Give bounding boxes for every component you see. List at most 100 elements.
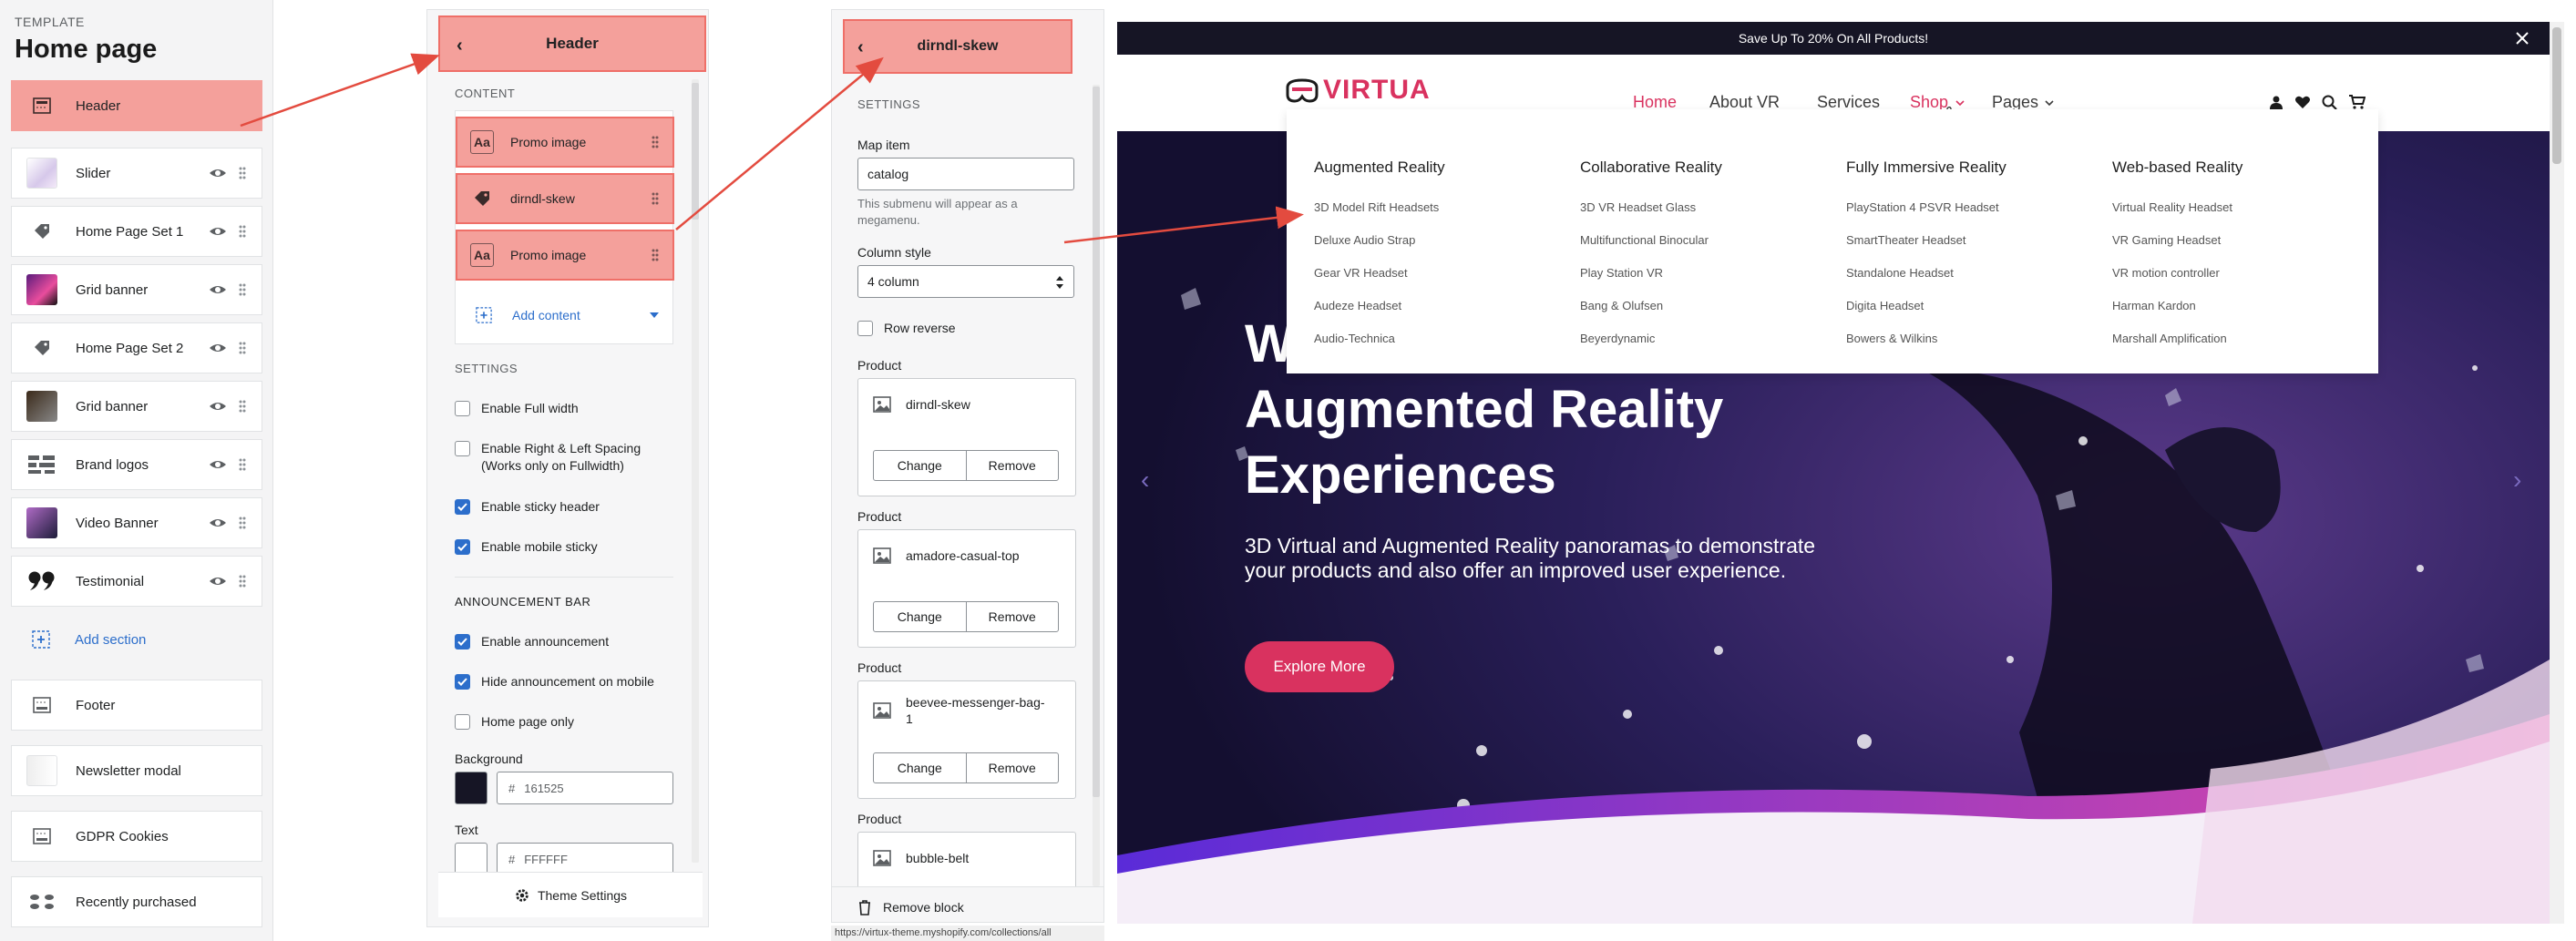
scrollbar-thumb[interactable]	[692, 83, 699, 220]
home-page-only-checkbox[interactable]: Home page only	[455, 713, 574, 731]
eye-icon[interactable]	[209, 397, 227, 415]
remove-button[interactable]: Remove	[967, 753, 1059, 782]
section-newsletter-modal[interactable]: Newsletter modal	[11, 745, 262, 796]
drag-handle-icon[interactable]	[651, 133, 660, 151]
megamenu-item[interactable]: Harman Kardon	[2112, 299, 2242, 332]
change-button[interactable]: Change	[874, 451, 967, 480]
megamenu-item[interactable]: Digita Headset	[1846, 299, 2006, 332]
site-logo[interactable]: VIRTUA	[1285, 75, 1431, 106]
text-hex-input[interactable]: # FFFFFF	[497, 843, 673, 875]
eye-icon[interactable]	[209, 339, 227, 357]
megamenu-item[interactable]: 3D VR Headset Glass	[1580, 200, 1722, 233]
hide-announcement-mobile-checkbox[interactable]: Hide announcement on mobile	[455, 673, 654, 690]
eye-icon[interactable]	[209, 572, 227, 590]
eye-icon[interactable]	[209, 222, 227, 240]
explore-more-button[interactable]: Explore More	[1245, 641, 1394, 692]
section-home-page-set-1[interactable]: Home Page Set 1	[11, 206, 262, 257]
enable-announcement-checkbox[interactable]: Enable announcement	[455, 633, 609, 650]
section-brand-logos[interactable]: Brand logos	[11, 439, 262, 490]
section-home-page-set-2[interactable]: Home Page Set 2	[11, 322, 262, 373]
megamenu-item[interactable]: PlayStation 4 PSVR Headset	[1846, 200, 2006, 233]
preview-scrollbar-thumb[interactable]	[2552, 27, 2561, 164]
section-footer[interactable]: Footer	[11, 680, 262, 731]
theme-settings-button[interactable]: Theme Settings	[438, 872, 703, 917]
drag-handle-icon[interactable]	[238, 514, 247, 532]
remove-block-button[interactable]: Remove block	[857, 899, 964, 915]
eye-icon[interactable]	[209, 164, 227, 182]
megamenu-item[interactable]: Beyerdynamic	[1580, 332, 1722, 364]
row-reverse-checkbox[interactable]: Row reverse	[857, 320, 956, 337]
enable-mobile-sticky-checkbox[interactable]: Enable mobile sticky	[455, 538, 598, 556]
section-grid-banner-1[interactable]: Grid banner	[11, 264, 262, 315]
drag-handle-icon[interactable]	[238, 222, 247, 240]
megamenu-item[interactable]: Bowers & Wilkins	[1846, 332, 2006, 364]
block-promo-image-1[interactable]: Aa Promo image	[456, 117, 674, 168]
megamenu-item[interactable]: Play Station VR	[1580, 266, 1722, 299]
section-testimonial[interactable]: Testimonial	[11, 556, 262, 607]
enable-sticky-header-checkbox[interactable]: Enable sticky header	[455, 498, 600, 516]
remove-button[interactable]: Remove	[967, 451, 1059, 480]
checkbox-box[interactable]	[455, 634, 470, 649]
eye-icon[interactable]	[209, 455, 227, 474]
block-promo-image-2[interactable]: Aa Promo image	[456, 230, 674, 281]
slider-next-arrow[interactable]	[2508, 472, 2530, 499]
eye-icon[interactable]	[209, 281, 227, 299]
megamenu-item[interactable]: Virtual Reality Headset	[2112, 200, 2242, 233]
background-color-swatch[interactable]	[455, 772, 487, 804]
section-slider[interactable]: Slider	[11, 148, 262, 199]
drag-handle-icon[interactable]	[651, 189, 660, 208]
section-grid-banner-2[interactable]: Grid banner	[11, 381, 262, 432]
section-header[interactable]: Header	[11, 80, 262, 131]
close-icon[interactable]	[2515, 31, 2530, 46]
checkbox-box[interactable]	[455, 674, 470, 690]
add-content-button[interactable]: Add content	[456, 290, 674, 341]
megamenu-item[interactable]: Marshall Amplification	[2112, 332, 2242, 364]
change-button[interactable]: Change	[874, 602, 967, 631]
megamenu-item[interactable]: VR motion controller	[2112, 266, 2242, 299]
megamenu-item[interactable]: 3D Model Rift Headsets	[1314, 200, 1445, 233]
megamenu-column-title[interactable]: Fully Immersive Reality	[1846, 159, 2006, 177]
checkbox-box[interactable]	[455, 539, 470, 555]
section-gdpr-cookies[interactable]: GDPR Cookies	[11, 811, 262, 862]
change-button[interactable]: Change	[874, 753, 967, 782]
megamenu-item[interactable]: Multifunctional Binocular	[1580, 233, 1722, 266]
drag-handle-icon[interactable]	[238, 281, 247, 299]
megamenu-column-title[interactable]: Web-based Reality	[2112, 159, 2242, 177]
text-color-swatch[interactable]	[455, 843, 487, 875]
account-icon[interactable]	[2269, 95, 2284, 109]
map-item-input[interactable]: catalog	[857, 158, 1074, 190]
add-section-button[interactable]: Add section	[11, 614, 262, 665]
checkbox-box[interactable]	[857, 321, 873, 336]
megamenu-item[interactable]: Standalone Headset	[1846, 266, 2006, 299]
cart-icon[interactable]	[2349, 95, 2366, 109]
section-recently-purchased[interactable]: Recently purchased	[11, 876, 262, 927]
megamenu-item[interactable]: Deluxe Audio Strap	[1314, 233, 1445, 266]
drag-handle-icon[interactable]	[238, 397, 247, 415]
megamenu-item[interactable]: Bang & Olufsen	[1580, 299, 1722, 332]
heart-icon[interactable]	[2294, 95, 2311, 109]
column-style-select[interactable]: 4 column	[857, 265, 1074, 298]
block-dirndl-skew[interactable]: dirndl-skew	[456, 173, 674, 224]
megamenu-item[interactable]: Audio-Technica	[1314, 332, 1445, 364]
slider-prev-arrow[interactable]	[1126, 472, 1148, 499]
megamenu-item[interactable]: VR Gaming Headset	[2112, 233, 2242, 266]
drag-handle-icon[interactable]	[651, 246, 660, 264]
megamenu-item[interactable]: Gear VR Headset	[1314, 266, 1445, 299]
enable-spacing-checkbox[interactable]: Enable Right & Left Spacing (Works only …	[455, 440, 673, 475]
checkbox-box[interactable]	[455, 499, 470, 515]
eye-icon[interactable]	[209, 514, 227, 532]
megamenu-column-title[interactable]: Collaborative Reality	[1580, 159, 1722, 177]
checkbox-box[interactable]	[455, 441, 470, 456]
background-hex-input[interactable]: #161525	[497, 772, 673, 804]
checkbox-box[interactable]	[455, 714, 470, 730]
back-arrow-icon[interactable]: ‹	[857, 37, 864, 58]
section-video-banner[interactable]: Video Banner	[11, 497, 262, 548]
megamenu-column-title[interactable]: Augmented Reality	[1314, 159, 1445, 177]
drag-handle-icon[interactable]	[238, 455, 247, 474]
megamenu-item[interactable]: Audeze Headset	[1314, 299, 1445, 332]
back-arrow-icon[interactable]: ‹	[457, 36, 463, 56]
drag-handle-icon[interactable]	[238, 572, 247, 590]
scrollbar-thumb[interactable]	[1093, 87, 1100, 797]
search-icon[interactable]	[2322, 95, 2337, 110]
megamenu-item[interactable]: SmartTheater Headset	[1846, 233, 2006, 266]
